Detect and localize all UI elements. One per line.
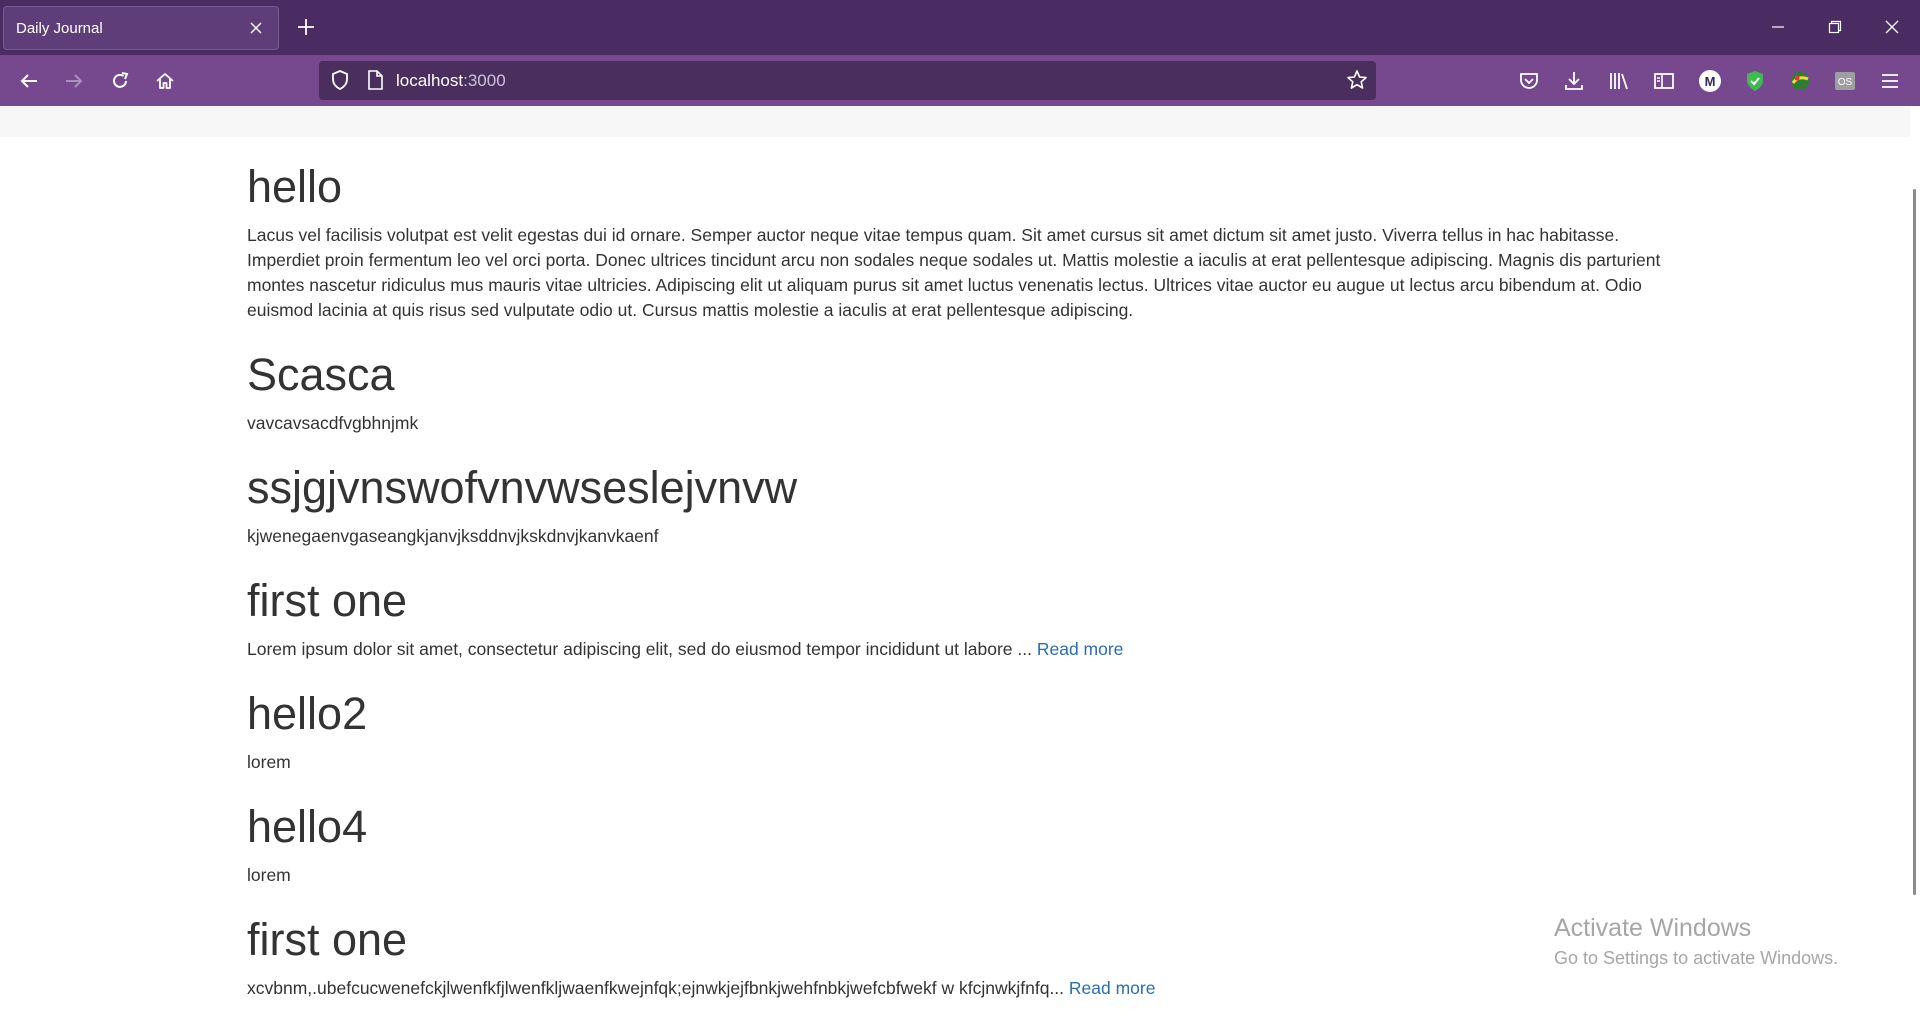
watermark-subtitle: Go to Settings to activate Windows. xyxy=(1554,948,1839,968)
account-m-icon[interactable]: M xyxy=(1696,67,1724,95)
read-more-link[interactable]: Read more xyxy=(1037,639,1124,659)
post-body-text: xcvbnm,.ubefcucwenefckjlwenfkfjlwenfkljw… xyxy=(247,978,1069,998)
read-more-link[interactable]: Read more xyxy=(1069,978,1156,998)
url-bar[interactable]: localhost:3000 xyxy=(319,61,1376,100)
windows-activation-watermark: Activate Windows Go to Settings to activ… xyxy=(1554,913,1838,971)
post-item: hello Lacus vel facilisis volutpat est v… xyxy=(247,161,1687,323)
sidebar-icon[interactable] xyxy=(1650,67,1678,95)
post-body-text: Lorem ipsum dolor sit amet, consectetur … xyxy=(247,639,1037,659)
post-body-text: vavcavsacdfvgbhnjmk xyxy=(247,413,419,433)
home-icon[interactable] xyxy=(148,64,182,98)
post-item: first one xcvbnm,.ubefcucwenefckjlwenfkf… xyxy=(247,914,1687,1001)
post-item: Scasca vavcavsacdfvgbhnjmk xyxy=(247,349,1687,436)
tab-title: Daily Journal xyxy=(16,19,103,37)
post-title: hello4 xyxy=(247,801,368,852)
post-title: hello2 xyxy=(247,688,368,739)
post-body: vavcavsacdfvgbhnjmk xyxy=(247,411,1687,436)
downloads-icon[interactable] xyxy=(1560,67,1588,95)
bookmark-star-icon[interactable] xyxy=(1346,69,1368,96)
restore-window-icon[interactable] xyxy=(1807,10,1863,44)
post-body: Lorem ipsum dolor sit amet, consectetur … xyxy=(247,637,1687,662)
svg-text:M: M xyxy=(1705,74,1716,89)
url-host: localhost xyxy=(396,71,464,90)
reload-icon[interactable] xyxy=(103,64,137,98)
url-port: :3000 xyxy=(463,71,506,90)
post-item: hello4 lorem xyxy=(247,801,1687,888)
back-arrow-icon[interactable] xyxy=(12,64,46,98)
shield-icon[interactable] xyxy=(329,69,351,96)
forward-arrow-icon[interactable] xyxy=(57,64,91,98)
post-item: ssjgjvnswofvnvwseslejvnvw kjwenegaenvgas… xyxy=(247,462,1687,549)
page-info-icon[interactable] xyxy=(365,69,385,96)
post-title: hello xyxy=(247,161,343,212)
post-item: first one Lorem ipsum dolor sit amet, co… xyxy=(247,575,1687,662)
adblock-shield-icon[interactable] xyxy=(1741,67,1769,95)
post-body-text: lorem xyxy=(247,752,291,772)
close-window-icon[interactable] xyxy=(1864,10,1920,44)
new-tab-icon[interactable] xyxy=(294,15,318,39)
post-body-text: kjwenegaenvgaseangkjanvjksddnvjkskdnvjka… xyxy=(247,526,659,546)
close-tab-icon[interactable] xyxy=(246,18,266,38)
browser-nav-bar: localhost:3000 M OS xyxy=(0,55,1920,106)
browser-tab-active[interactable]: Daily Journal xyxy=(3,6,279,50)
post-title: Scasca xyxy=(247,349,395,400)
post-title: first one xyxy=(247,575,408,626)
post-title: ssjgjvnswofvnvwseslejvnvw xyxy=(247,462,798,513)
post-body: lorem xyxy=(247,863,1687,888)
url-text[interactable]: localhost:3000 xyxy=(396,71,506,91)
post-body-text: Lacus vel facilisis volutpat est velit e… xyxy=(247,225,1661,320)
pocket-icon[interactable] xyxy=(1515,67,1543,95)
minimize-window-icon[interactable] xyxy=(1750,10,1806,44)
watermark-title: Activate Windows xyxy=(1554,914,1752,942)
post-body: lorem xyxy=(247,750,1687,775)
post-item: hello2 lorem xyxy=(247,688,1687,775)
extension-os-icon[interactable]: OS xyxy=(1831,67,1859,95)
extension-globe-icon[interactable] xyxy=(1786,67,1814,95)
scrollbar-thumb[interactable] xyxy=(1913,189,1916,895)
post-title: first one xyxy=(247,914,408,965)
library-icon[interactable] xyxy=(1605,67,1633,95)
post-body: Lacus vel facilisis volutpat est velit e… xyxy=(247,223,1687,323)
svg-text:OS: OS xyxy=(1838,77,1853,88)
post-body: xcvbnm,.ubefcucwenefckjlwenfkfjlwenfkljw… xyxy=(247,976,1687,1001)
post-body-text: lorem xyxy=(247,865,291,885)
menu-hamburger-icon[interactable] xyxy=(1876,67,1904,95)
browser-tab-bar: Daily Journal xyxy=(0,0,1920,55)
page-header-strip xyxy=(0,106,1920,137)
post-body: kjwenegaenvgaseangkjanvjksddnvjkskdnvjka… xyxy=(247,524,1687,549)
page-scrollbar[interactable] xyxy=(1910,106,1920,1000)
journal-posts: hello Lacus vel facilisis volutpat est v… xyxy=(247,137,1687,1021)
